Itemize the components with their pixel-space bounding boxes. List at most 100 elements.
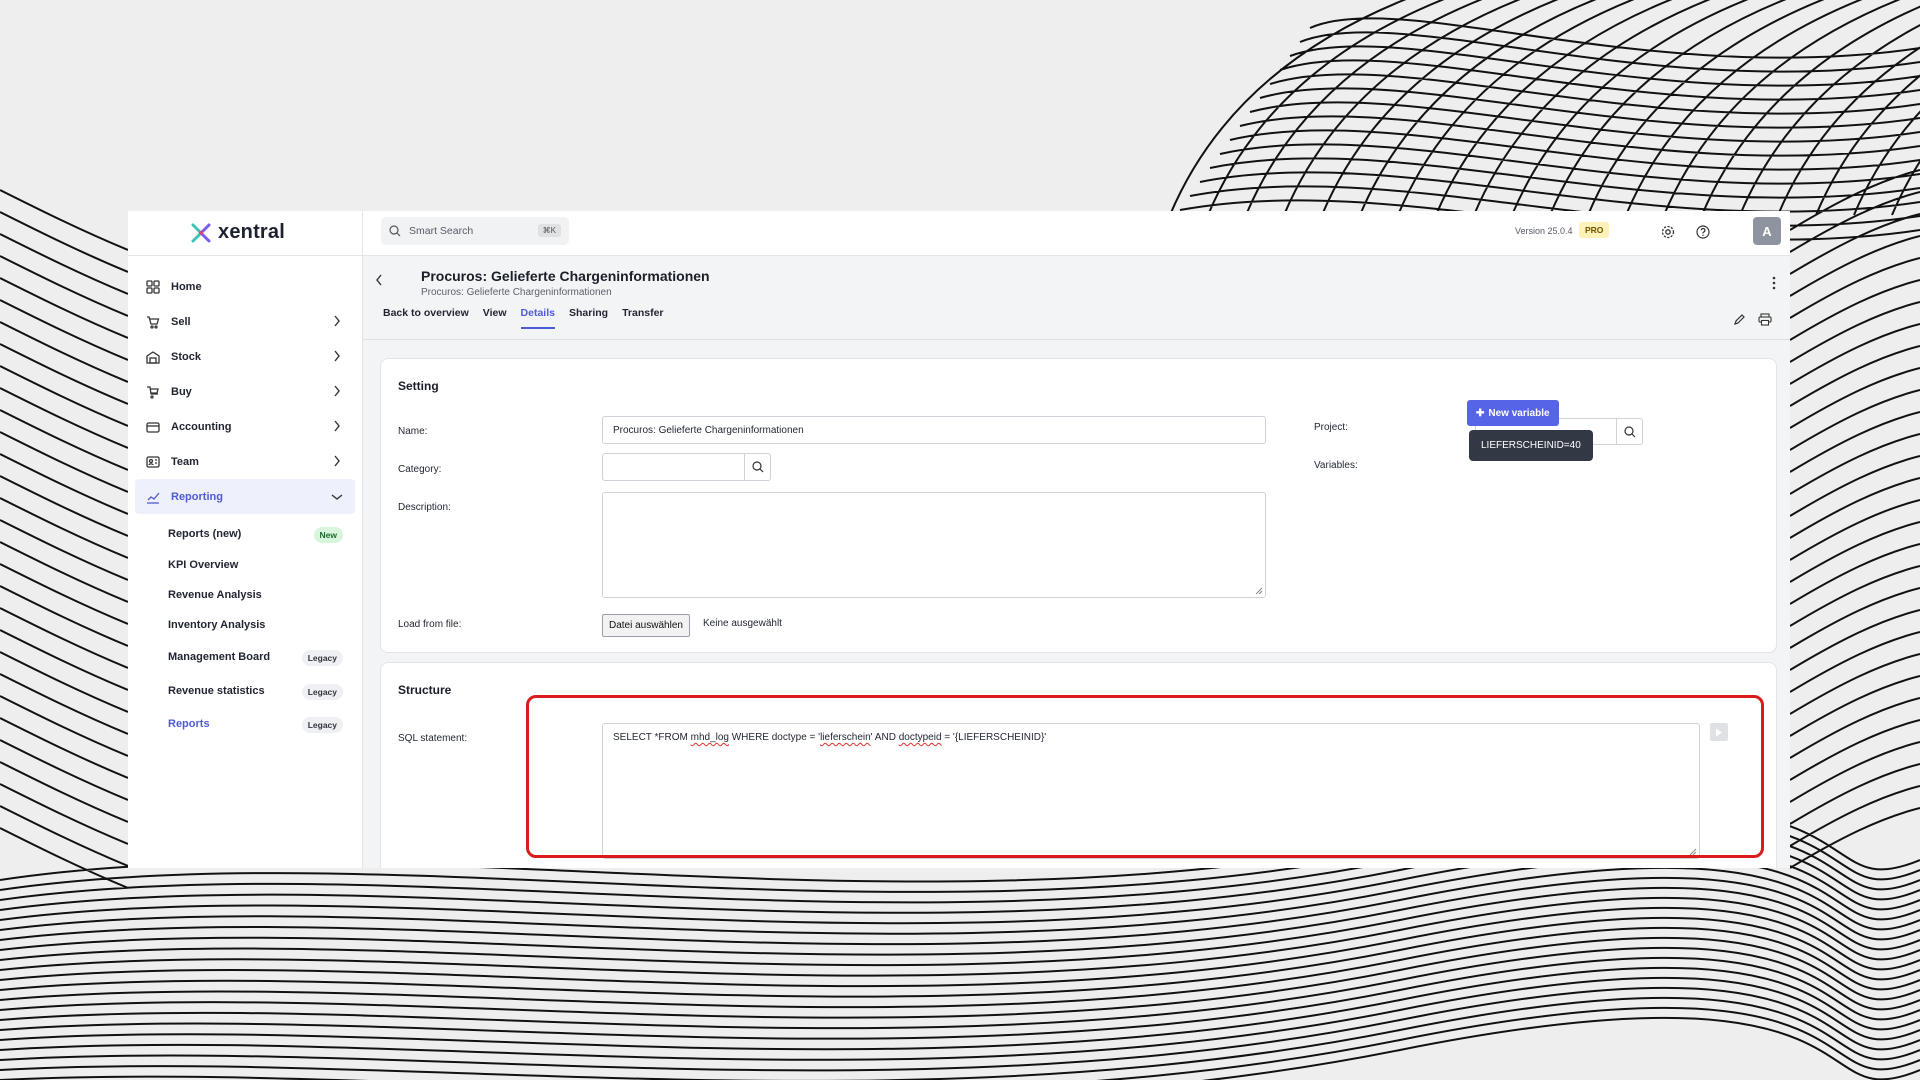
sql-fragment: SELECT *FROM — [613, 732, 691, 743]
load-file-label: Load from file: — [398, 619, 462, 630]
search-placeholder: Smart Search — [409, 225, 474, 237]
project-label: Project: — [1314, 422, 1348, 433]
sidebar-item-label: Buy — [171, 385, 192, 398]
run-query-button[interactable] — [1710, 723, 1728, 741]
sql-label: SQL statement: — [398, 733, 468, 744]
sidebar-item-label: Sell — [171, 315, 191, 328]
sidebar-item-label: Reporting — [171, 490, 223, 503]
sidebar-subitem-reports[interactable]: Reports Legacy — [168, 708, 355, 740]
app-window: xentral Home Sell Stock Buy Accounting T… — [128, 211, 1790, 868]
sidebar-subitem-inventory-analysis[interactable]: Inventory Analysis — [168, 610, 355, 640]
chevron-right-icon — [334, 315, 340, 327]
sidebar-subitem-revenue-analysis[interactable]: Revenue Analysis — [168, 580, 355, 610]
sidebar-item-buy[interactable]: Buy — [135, 374, 355, 409]
category-search-button[interactable] — [745, 453, 771, 481]
resize-handle-icon[interactable] — [1255, 587, 1263, 595]
sidebar-item-accounting[interactable]: Accounting — [135, 409, 355, 444]
chevron-right-icon — [334, 455, 340, 467]
legacy-badge: Legacy — [301, 650, 343, 666]
smart-search[interactable]: Smart Search ⌘K — [381, 217, 569, 245]
chevron-right-icon — [334, 385, 340, 397]
project-search-button[interactable] — [1617, 418, 1643, 445]
sidebar-subitem-label: Revenue Analysis — [168, 589, 262, 601]
setting-title: Setting — [398, 379, 439, 393]
sidebar-subitem-label: Reports (new) — [168, 527, 242, 540]
team-icon — [145, 454, 161, 470]
tab-bar: Back to overview View Details Sharing Tr… — [383, 307, 664, 329]
sql-textarea[interactable]: SELECT *FROM mhd_log WHERE doctype = 'li… — [602, 723, 1700, 859]
pro-badge: PRO — [1579, 222, 1610, 238]
avatar[interactable]: A — [1753, 217, 1781, 245]
print-icon[interactable] — [1758, 313, 1772, 326]
name-input[interactable]: Procuros: Gelieferte Chargeninformatione… — [602, 416, 1266, 444]
choose-file-button[interactable]: Datei auswählen — [602, 614, 690, 637]
new-badge: New — [313, 527, 343, 543]
search-icon — [389, 225, 401, 237]
main-content: Procuros: Gelieferte Chargeninformatione… — [363, 256, 1790, 868]
sql-fragment: ' AND — [870, 732, 899, 743]
home-grid-icon — [145, 279, 161, 295]
sidebar-subitem-label: Inventory Analysis — [168, 619, 266, 631]
sidebar-subitem-reports-new[interactable]: Reports (new) New — [168, 517, 355, 550]
back-chevron-icon[interactable] — [375, 274, 383, 286]
tab-view[interactable]: View — [483, 307, 507, 329]
sidebar-item-home[interactable]: Home — [135, 269, 355, 304]
new-variable-button[interactable]: ✚ New variable — [1467, 400, 1559, 426]
logo[interactable]: xentral — [190, 221, 285, 244]
pencil-icon[interactable] — [1733, 313, 1746, 326]
sql-fragment: doctypeid — [898, 732, 942, 743]
variables-label: Variables: — [1314, 460, 1358, 471]
cart-icon — [145, 314, 161, 330]
sql-fragment: WHERE doctype = ' — [728, 732, 821, 743]
page-title: Procuros: Gelieferte Chargeninformatione… — [421, 268, 710, 284]
divider — [363, 339, 1790, 340]
sidebar-subitem-label: Management Board — [168, 650, 271, 663]
sql-fragment: mhd_log — [690, 732, 729, 743]
resize-handle-icon[interactable] — [1689, 848, 1697, 856]
chevron-down-icon — [331, 494, 343, 500]
basket-icon — [145, 384, 161, 400]
divider — [128, 255, 362, 256]
category-input[interactable] — [602, 453, 745, 481]
sidebar-item-stock[interactable]: Stock — [135, 339, 355, 374]
play-icon — [1716, 728, 1722, 736]
plus-icon: ✚ — [1476, 407, 1485, 419]
tab-details[interactable]: Details — [520, 307, 555, 329]
tab-sharing[interactable]: Sharing — [569, 307, 608, 329]
chart-icon — [145, 489, 161, 505]
sidebar-subitem-label: Revenue statistics — [168, 684, 265, 697]
sidebar-item-label: Home — [171, 280, 202, 293]
sql-fragment: = '{LIEFERSCHEINID}' — [941, 732, 1047, 743]
sql-fragment: lieferschein — [820, 732, 871, 743]
sidebar-item-reporting[interactable]: Reporting — [135, 479, 355, 514]
description-label: Description: — [398, 502, 451, 513]
setting-card: Setting Name: Procuros: Gelieferte Charg… — [380, 358, 1777, 653]
sidebar-item-label: Accounting — [171, 420, 232, 433]
file-status: Keine ausgewählt — [703, 618, 782, 629]
sidebar-item-label: Team — [171, 455, 199, 468]
warehouse-icon — [145, 349, 161, 365]
sidebar-subitem-management-board[interactable]: Management Board Legacy — [168, 640, 355, 673]
sidebar-subitem-label: Reports — [168, 718, 210, 730]
structure-card: Structure SQL statement: SELECT *FROM mh… — [380, 662, 1777, 868]
chevron-right-icon — [334, 350, 340, 362]
sidebar-item-sell[interactable]: Sell — [135, 304, 355, 339]
help-icon[interactable] — [1695, 224, 1711, 240]
gear-icon[interactable] — [1660, 224, 1676, 240]
sidebar-item-team[interactable]: Team — [135, 444, 355, 479]
category-label: Category: — [398, 464, 442, 475]
sidebar-subitem-revenue-statistics[interactable]: Revenue statistics Legacy — [168, 673, 355, 708]
name-label: Name: — [398, 426, 428, 437]
description-textarea[interactable] — [602, 492, 1266, 598]
sidebar-nav: Home Sell Stock Buy Accounting Team Repo… — [135, 269, 355, 740]
sql-statement: SELECT *FROM mhd_log WHERE doctype = 'li… — [613, 732, 1046, 743]
tab-transfer[interactable]: Transfer — [622, 307, 663, 329]
tab-back-to-overview[interactable]: Back to overview — [383, 307, 469, 329]
legacy-badge: Legacy — [301, 717, 343, 733]
calculator-icon — [145, 419, 161, 435]
page-subtitle: Procuros: Gelieferte Chargeninformatione… — [421, 287, 612, 298]
chevron-right-icon — [334, 420, 340, 432]
variable-chip[interactable]: LIEFERSCHEINID=40 — [1469, 430, 1593, 461]
sidebar-subitem-kpi-overview[interactable]: KPI Overview — [168, 550, 355, 580]
more-options-icon[interactable] — [1772, 276, 1776, 290]
